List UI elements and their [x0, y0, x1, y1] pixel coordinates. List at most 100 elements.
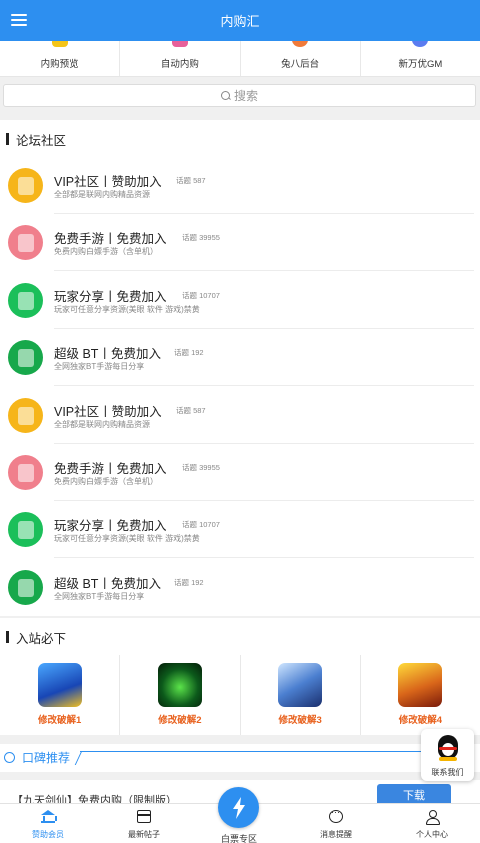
- folder-icon: [8, 398, 43, 433]
- game-label: 修改破解4: [398, 715, 443, 726]
- wifi-icon: [8, 283, 43, 318]
- game-label: 修改破解3: [278, 715, 322, 726]
- gamepad-icon: [8, 455, 43, 490]
- search-input[interactable]: 搜索: [3, 84, 476, 107]
- recommend-icon: [4, 752, 15, 763]
- qq-penguin-icon: [435, 733, 461, 761]
- user-icon: [425, 810, 440, 825]
- folder-icon: [8, 168, 43, 203]
- crown-icon: [51, 41, 68, 47]
- forum-item[interactable]: 免费手游丨免费加入 话题 39955 免费内购白嫖手游（含单机）: [0, 214, 480, 271]
- tab-latest-posts[interactable]: 最新帖子: [96, 804, 192, 843]
- tab-profile[interactable]: 个人中心: [384, 804, 480, 843]
- tab-label: 白票专区: [220, 834, 257, 843]
- topic-count: 话题 587: [176, 176, 206, 185]
- search-placeholder: 搜索: [233, 89, 258, 103]
- games-grid: 修改破解1 修改破解2 修改破解3 修改破解4: [0, 655, 480, 735]
- topic-count: 话题 10707: [182, 520, 220, 529]
- tab-label: 消息提醒: [320, 830, 352, 839]
- recommend-section-header: 口碑推荐: [0, 744, 480, 772]
- forum-desc: 玩家可任意分享资源(美眼 软件 游戏)禁黄: [54, 305, 200, 314]
- forum-item[interactable]: 超级 BT丨免费加入 话题 192 全网独家BT手游每日分享: [0, 329, 480, 386]
- forum-desc: 全网独家BT手游每日分享: [54, 362, 145, 371]
- forum-desc: 免费内购白嫖手游（含单机）: [54, 477, 158, 486]
- topic-count: 话题 39955: [182, 233, 220, 242]
- rabbit-icon: [292, 41, 309, 47]
- quick-link-auto[interactable]: 自动内购: [120, 41, 241, 76]
- bank-icon: [41, 810, 57, 823]
- forum-item[interactable]: VIP社区丨赞助加入 话题 587 全部都是联网内购精品资源: [0, 157, 480, 214]
- forum-desc: 免费内购白嫖手游（含单机）: [54, 247, 158, 256]
- forum-item[interactable]: 免费手游丨免费加入 话题 39955 免费内购白嫖手游（含单机）: [0, 444, 480, 501]
- forum-title: 超级 BT丨免费加入: [54, 577, 161, 591]
- section-title: 口碑推荐: [22, 751, 71, 765]
- contact-us-button[interactable]: 联系我们: [421, 729, 474, 781]
- gamepad-icon: [8, 225, 43, 260]
- quick-link-label: 内购预览: [40, 59, 79, 70]
- quick-link-label: 兔八后台: [281, 59, 320, 70]
- section-title: 论坛社区: [16, 133, 67, 148]
- quick-link-gm[interactable]: 新万优GM: [361, 41, 480, 76]
- tab-sponsor[interactable]: 赞助会员: [0, 804, 96, 843]
- tab-label: 赞助会员: [32, 830, 64, 839]
- topic-count: 话题 10707: [182, 291, 220, 300]
- lightning-icon: [232, 796, 245, 819]
- forum-item[interactable]: 玩家分享丨免费加入 话题 10707 玩家可任意分享资源(美眼 软件 游戏)禁黄: [0, 272, 480, 329]
- forum-item[interactable]: VIP社区丨赞助加入 话题 587 全部都是联网内购精品资源: [0, 387, 480, 444]
- must-see-section-header: 入站必下: [0, 618, 480, 656]
- game-icon: [278, 663, 323, 707]
- page-title: 内购汇: [220, 14, 260, 29]
- tab-messages[interactable]: 消息提醒: [288, 804, 384, 843]
- menu-icon[interactable]: [11, 14, 27, 26]
- forum-title: 免费手游丨免费加入: [54, 462, 167, 476]
- forum-title: 免费手游丨免费加入: [54, 232, 167, 246]
- quick-link-label: 新万优GM: [398, 59, 443, 70]
- tab-label: 个人中心: [416, 830, 448, 839]
- forum-title: 超级 BT丨免费加入: [54, 347, 161, 361]
- quick-link-preview[interactable]: 内购预览: [0, 41, 121, 76]
- game-label: 修改破解2: [158, 715, 202, 726]
- forum-desc: 全网独家BT手游每日分享: [54, 592, 145, 601]
- forum-list: VIP社区丨赞助加入 话题 587 全部都是联网内购精品资源 免费手游丨免费加入…: [0, 157, 480, 616]
- game-icon: [398, 663, 443, 707]
- topic-count: 话题 587: [176, 406, 206, 415]
- game-icon: [37, 663, 82, 707]
- forum-desc: 全部都是联网内购精品资源: [54, 190, 150, 199]
- forum-desc: 全部都是联网内购精品资源: [54, 420, 150, 429]
- quick-links: 内购预览 自动内购 兔八后台 新万优GM: [0, 41, 480, 77]
- forum-title: VIP社区丨赞助加入: [54, 405, 162, 419]
- topic-count: 话题 39955: [182, 463, 220, 472]
- box-icon: [8, 570, 43, 605]
- quick-link-label: 自动内购: [160, 59, 199, 70]
- game-label: 修改破解1: [37, 715, 82, 726]
- top-bar: 内购汇: [0, 0, 480, 41]
- forum-title: 玩家分享丨免费加入: [54, 519, 167, 533]
- wifi-icon: [8, 512, 43, 547]
- forum-desc: 玩家可任意分享资源(美眼 软件 游戏)禁黄: [54, 534, 200, 543]
- forum-title: 玩家分享丨免费加入: [54, 290, 167, 304]
- forum-item[interactable]: 超级 BT丨免费加入 话题 192 全网独家BT手游每日分享: [0, 559, 480, 616]
- quick-link-backend[interactable]: 兔八后台: [241, 41, 361, 76]
- free-zone-button[interactable]: [218, 787, 259, 828]
- section-title: 入站必下: [16, 631, 67, 646]
- forum-title: VIP社区丨赞助加入: [54, 175, 162, 189]
- section-marker: [6, 631, 9, 643]
- calendar-icon: [137, 810, 151, 823]
- search-icon: [220, 90, 231, 101]
- game-card[interactable]: 修改破解3: [241, 655, 361, 735]
- box-icon: [8, 340, 43, 375]
- chat-icon: [329, 807, 343, 823]
- calendar-icon: [171, 41, 188, 47]
- gm-icon: [412, 41, 429, 47]
- game-card[interactable]: 修改破解4: [361, 655, 480, 735]
- topic-count: 话题 192: [174, 348, 204, 357]
- game-icon: [157, 663, 202, 707]
- contact-us-label: 联系我们: [431, 768, 464, 777]
- game-card[interactable]: 修改破解2: [120, 655, 241, 735]
- forum-item[interactable]: 玩家分享丨免费加入 话题 10707 玩家可任意分享资源(美眼 软件 游戏)禁黄: [0, 501, 480, 558]
- tab-label: 最新帖子: [128, 830, 160, 839]
- forum-section-header: 论坛社区: [0, 120, 480, 158]
- section-marker: [6, 133, 9, 145]
- topic-count: 话题 192: [174, 578, 204, 587]
- game-card[interactable]: 修改破解1: [0, 655, 121, 735]
